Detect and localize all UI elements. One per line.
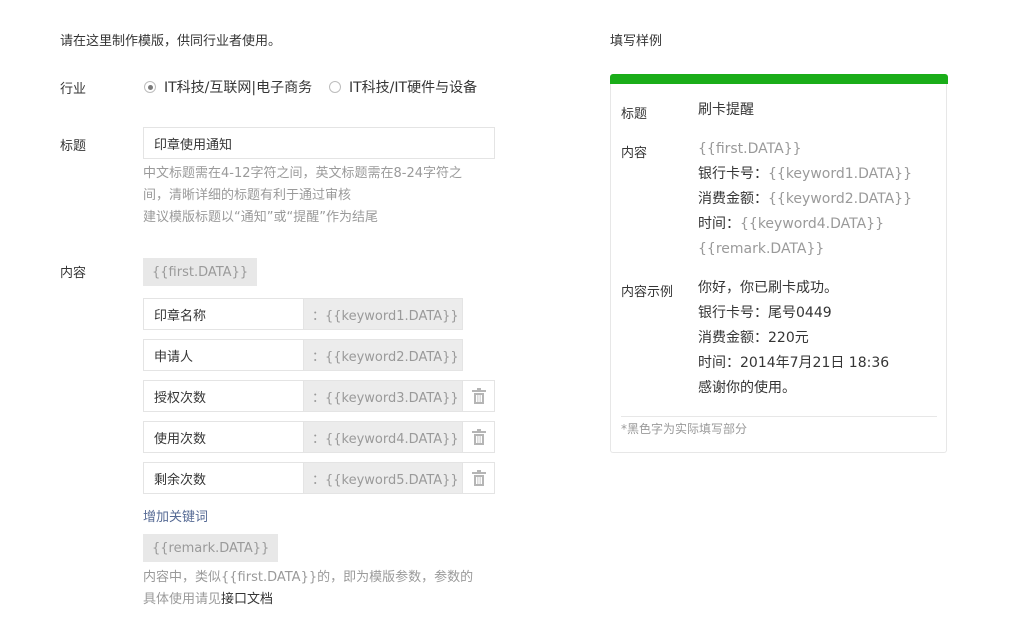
trash-icon [471,388,486,404]
sample-content-line: {{remark.DATA}} [698,241,825,257]
params-note-1: 内容中，类似{{first.DATA}}的，即为模版参数，参数的 [143,570,474,585]
industry-option-2-label: IT科技/IT硬件与设备 [349,80,478,96]
keyword-name-input[interactable]: 印章名称 [143,298,303,330]
first-data-tag: {{first.DATA}} [143,258,258,286]
delete-keyword-button[interactable] [463,380,495,412]
page-intro: 请在这里制作模版，供同行业者使用。 [60,34,282,49]
keyword-name-input[interactable]: 使用次数 [143,421,303,453]
remark-data-tag: {{remark.DATA}} [143,534,279,562]
sample-card-accent-bar [610,74,948,84]
industry-label: 行业 [60,82,87,97]
keyword-row-2: 申请人 ：{{keyword2.DATA}} [143,339,463,371]
add-keyword-link[interactable]: 增加关键词 [143,506,208,525]
trash-icon [471,470,486,486]
sample-example-lines: 你好，你已刷卡成功。 银行卡号：尾号0449 消费金额：220元 时间：2014… [698,276,889,401]
industry-option-2[interactable]: IT科技/IT硬件与设备 [329,77,477,97]
radio-unchecked-icon[interactable] [329,81,341,93]
keyword-name-input[interactable]: 剩余次数 [143,462,303,494]
delete-keyword-button[interactable] [463,421,495,453]
sample-content-lines: {{first.DATA}} 银行卡号：{{keyword1.DATA}} 消费… [698,137,912,262]
sample-content-label: 内容 [621,146,648,161]
sample-example-line: 感谢你的使用。 [698,380,796,396]
keyword-row-1: 印章名称 ：{{keyword1.DATA}} [143,298,463,330]
radio-checked-icon[interactable] [144,81,156,93]
keyword-data-tag: ：{{keyword5.DATA}} [303,462,463,494]
title-label: 标题 [60,139,87,154]
title-hint-2: 间，清晰详细的标题有利于通过审核 [143,188,352,203]
sample-content-line: {{first.DATA}} [698,141,802,157]
title-hint-3: 建议模版标题以“通知”或“提醒”作为结尾 [143,210,378,225]
keyword-data-tag: ：{{keyword4.DATA}} [303,421,463,453]
industry-option-1[interactable]: IT科技/互联网|电子商务 [144,77,312,97]
api-doc-link[interactable]: 接口文档 [221,592,273,607]
sample-heading: 填写样例 [610,34,663,49]
sample-footnote: *黑色字为实际填写部分 [621,422,748,436]
keyword-data-tag: ：{{keyword1.DATA}} [303,298,463,330]
sample-example-line: 消费金额：220元 [698,330,809,346]
keyword-name-input[interactable]: 授权次数 [143,380,303,412]
title-hint-1: 中文标题需在4-12字符之间，英文标题需在8-24字符之 [143,166,463,181]
sample-example-line: 银行卡号：尾号0449 [698,305,832,321]
sample-title-label: 标题 [621,107,648,122]
title-input[interactable]: 印章使用通知 [143,127,495,159]
keyword-name-input[interactable]: 申请人 [143,339,303,371]
keyword-row-4: 使用次数 ：{{keyword4.DATA}} [143,421,495,453]
params-note-prefix: 具体使用请见 [143,592,222,607]
trash-icon [471,429,486,445]
sample-content-line: 银行卡号：{{keyword1.DATA}} [698,166,912,182]
sample-example-label: 内容示例 [621,285,674,300]
sample-example-line: 时间：2014年7月21日 18:36 [698,355,890,371]
sample-divider [621,416,937,417]
sample-title-value: 刷卡提醒 [698,102,754,118]
sample-content-line: 消费金额：{{keyword2.DATA}} [698,191,912,207]
keyword-row-5: 剩余次数 ：{{keyword5.DATA}} [143,462,495,494]
keyword-data-tag: ：{{keyword2.DATA}} [303,339,463,371]
content-label: 内容 [60,266,87,281]
keyword-data-tag: ：{{keyword3.DATA}} [303,380,463,412]
sample-content-line: 时间：{{keyword4.DATA}} [698,216,884,232]
industry-option-1-label: IT科技/互联网|电子商务 [164,80,313,96]
keyword-row-3: 授权次数 ：{{keyword3.DATA}} [143,380,495,412]
delete-keyword-button[interactable] [463,462,495,494]
params-note-2: 具体使用请见接口文档 [143,589,273,611]
sample-example-line: 你好，你已刷卡成功。 [698,280,838,296]
